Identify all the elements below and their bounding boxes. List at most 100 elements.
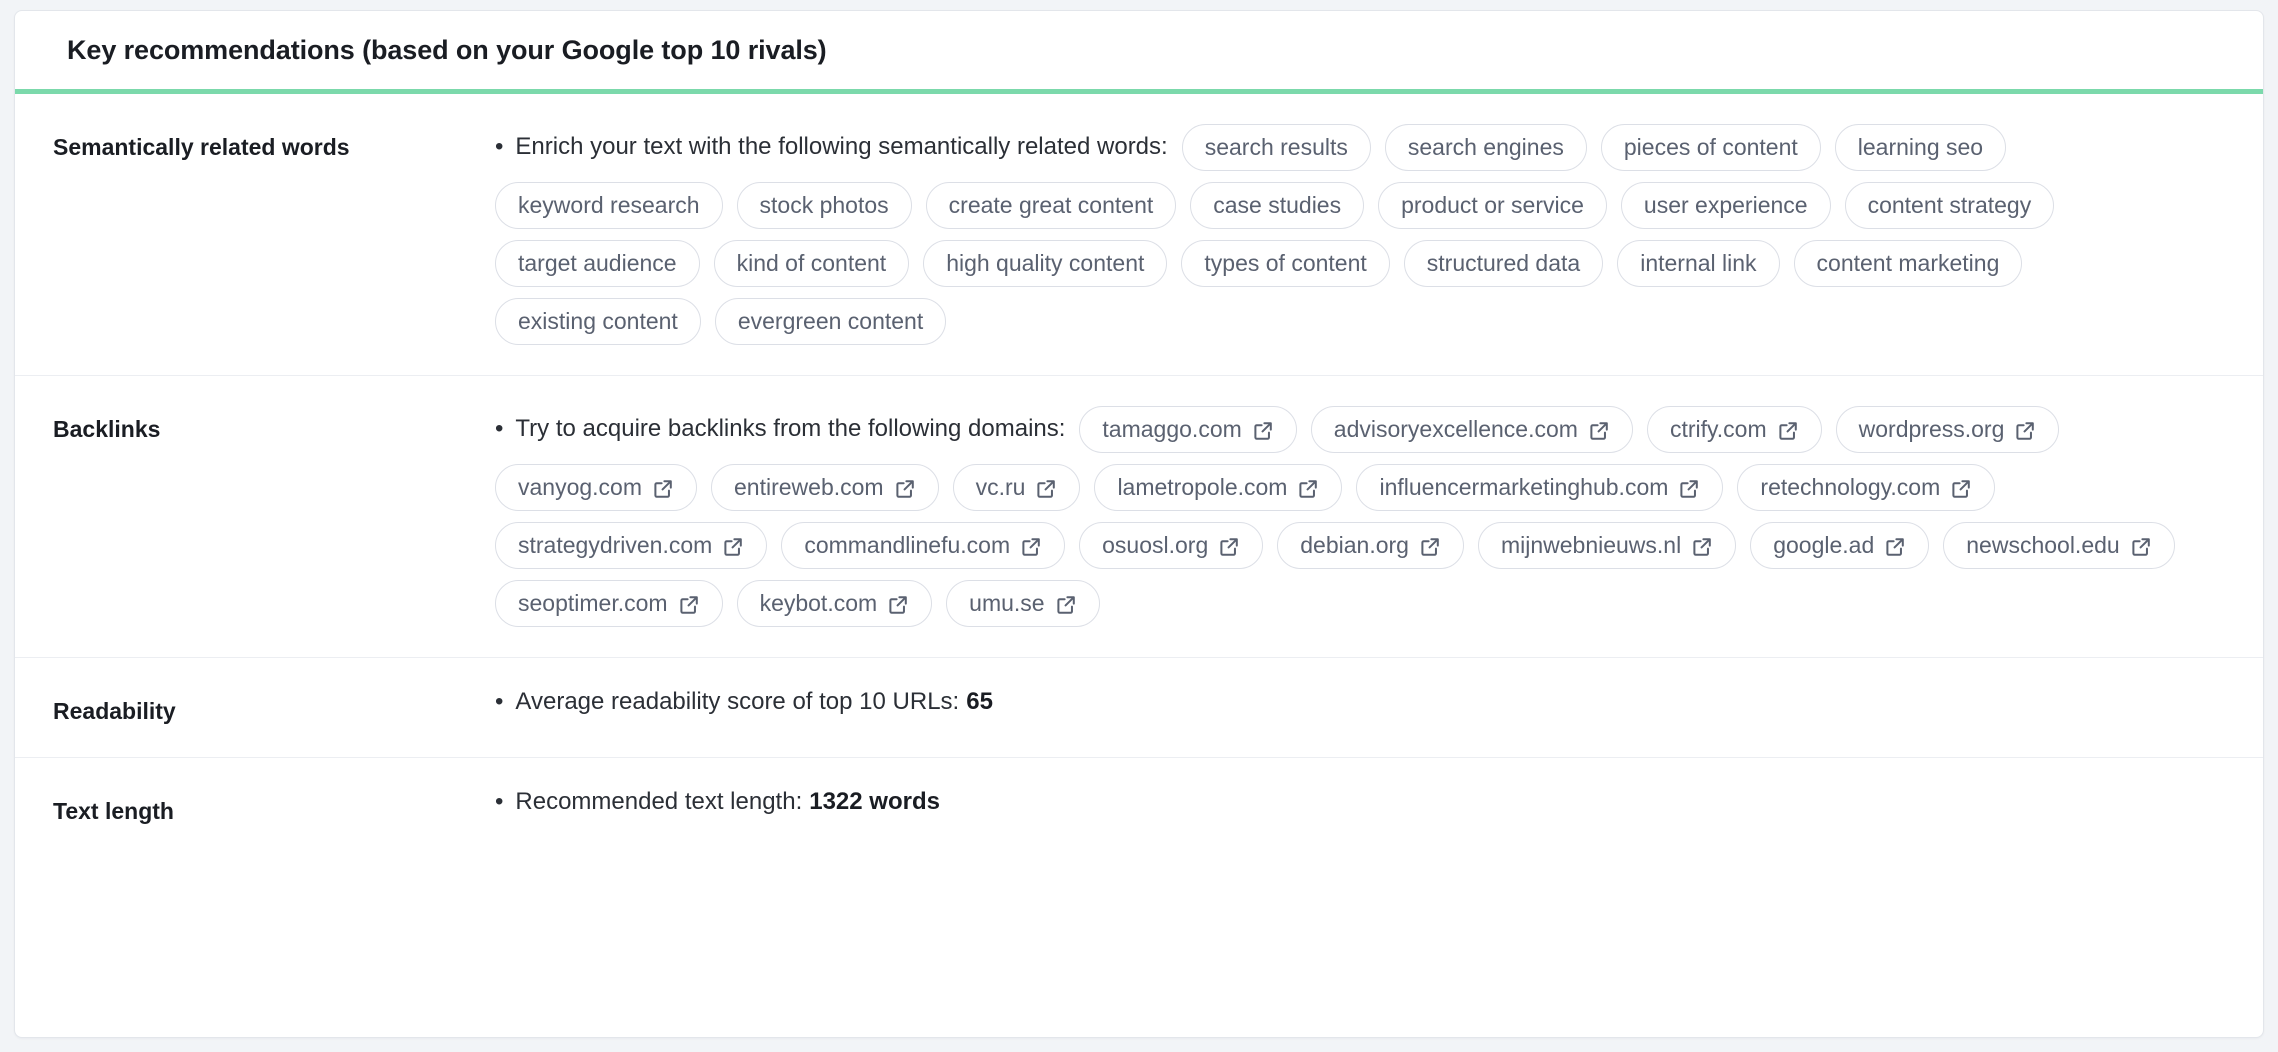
backlink-domain-tag[interactable]: seoptimer.com [495,580,723,627]
tag-label: newschool.edu [1966,534,2119,557]
backlink-domain-tag[interactable]: osuosl.org [1079,522,1263,569]
external-link-icon [1950,478,1972,500]
tag-label: keybot.com [760,592,878,615]
tag-label: retechnology.com [1760,476,1940,499]
external-link-icon [1678,478,1700,500]
recommendation-content: •Try to acquire backlinks from the follo… [495,406,2223,627]
backlink-domain-tag[interactable]: umu.se [946,580,1099,627]
tag-label: mijnwebnieuws.nl [1501,534,1681,557]
recommendation-row: Text length•Recommended text length:1322… [15,758,2263,857]
backlink-domain-tag[interactable]: influencermarketinghub.com [1356,464,1723,511]
related-word-tag[interactable]: product or service [1378,182,1607,229]
bullet-dot-icon: • [495,690,503,714]
bullet-text: •Try to acquire backlinks from the follo… [495,415,1065,444]
backlink-domain-tag[interactable]: ctrify.com [1647,406,1822,453]
bullet-text: •Average readability score of top 10 URL… [495,688,993,717]
tag-label: debian.org [1300,534,1409,557]
related-word-tag[interactable]: search results [1182,124,1371,171]
recommendation-label: Semantically related words [15,124,495,163]
bullet-dot-icon: • [495,790,503,814]
related-word-tag[interactable]: existing content [495,298,701,345]
external-link-icon [1777,420,1799,442]
tag-label: high quality content [946,252,1144,275]
tag-label: vc.ru [976,476,1026,499]
related-word-tag[interactable]: kind of content [714,240,910,287]
related-word-tag[interactable]: structured data [1404,240,1603,287]
external-link-icon [2130,536,2152,558]
backlink-domain-tag[interactable]: debian.org [1277,522,1464,569]
key-recommendations-card: Key recommendations (based on your Googl… [14,10,2264,1038]
tag-label: osuosl.org [1102,534,1208,557]
tag-label: learning seo [1858,136,1983,159]
related-word-tag[interactable]: pieces of content [1601,124,1821,171]
external-link-icon [1218,536,1240,558]
recommendations-list: Semantically related words•Enrich your t… [15,94,2263,857]
bullet-line: •Try to acquire backlinks from the follo… [495,406,2213,627]
tag-label: create great content [949,194,1154,217]
related-word-tag[interactable]: high quality content [923,240,1167,287]
page-root: Key recommendations (based on your Googl… [0,0,2278,1052]
backlink-domain-tag[interactable]: tamaggo.com [1079,406,1296,453]
backlink-domain-tag[interactable]: newschool.edu [1943,522,2174,569]
tag-label: stock photos [760,194,889,217]
backlink-domain-tag[interactable]: keybot.com [737,580,933,627]
related-word-tag[interactable]: target audience [495,240,700,287]
tag-label: keyword research [518,194,700,217]
backlink-domain-tag[interactable]: wordpress.org [1836,406,2060,453]
card-header: Key recommendations (based on your Googl… [15,11,2263,89]
backlink-domain-tag[interactable]: commandlinefu.com [781,522,1065,569]
tag-label: content strategy [1868,194,2032,217]
external-link-icon [652,478,674,500]
tag-label: product or service [1401,194,1584,217]
backlink-domain-tag[interactable]: google.ad [1750,522,1929,569]
backlink-domain-tag[interactable]: advisoryexcellence.com [1311,406,1633,453]
backlink-domain-tag[interactable]: retechnology.com [1737,464,1995,511]
recommendation-value: 65 [966,688,993,717]
external-link-icon [894,478,916,500]
bullet-text: •Enrich your text with the following sem… [495,133,1168,162]
external-link-icon [887,594,909,616]
tag-label: types of content [1204,252,1366,275]
tag-label: search results [1205,136,1348,159]
backlink-domain-tag[interactable]: entireweb.com [711,464,939,511]
tag-label: internal link [1640,252,1756,275]
tag-label: pieces of content [1624,136,1798,159]
recommendation-row: Semantically related words•Enrich your t… [15,94,2263,376]
tag-label: google.ad [1773,534,1874,557]
tag-label: umu.se [969,592,1044,615]
related-word-tag[interactable]: keyword research [495,182,723,229]
tag-label: tamaggo.com [1102,418,1241,441]
bullet-text: •Recommended text length:1322 words [495,788,940,817]
related-word-tag[interactable]: learning seo [1835,124,2006,171]
related-word-tag[interactable]: content strategy [1845,182,2055,229]
tag-label: commandlinefu.com [804,534,1010,557]
bullet-dot-icon: • [495,417,503,441]
recommendation-content: •Average readability score of top 10 URL… [495,688,2223,717]
related-word-tag[interactable]: internal link [1617,240,1779,287]
tag-label: influencermarketinghub.com [1379,476,1668,499]
related-word-tag[interactable]: search engines [1385,124,1587,171]
tag-label: entireweb.com [734,476,884,499]
external-link-icon [1020,536,1042,558]
related-word-tag[interactable]: types of content [1181,240,1389,287]
backlink-domain-tag[interactable]: vc.ru [953,464,1081,511]
backlink-domain-tag[interactable]: strategydriven.com [495,522,767,569]
recommendation-label: Readability [15,688,495,727]
recommendation-content: •Enrich your text with the following sem… [495,124,2223,345]
related-word-tag[interactable]: user experience [1621,182,1831,229]
related-word-tag[interactable]: evergreen content [715,298,946,345]
related-word-tag[interactable]: create great content [926,182,1177,229]
related-word-tag[interactable]: content marketing [1794,240,2023,287]
backlink-domain-tag[interactable]: lametropole.com [1094,464,1342,511]
external-link-icon [1035,478,1057,500]
recommendation-label: Text length [15,788,495,827]
backlink-domain-tag[interactable]: vanyog.com [495,464,697,511]
related-word-tag[interactable]: case studies [1190,182,1364,229]
tag-label: advisoryexcellence.com [1334,418,1578,441]
backlink-domain-tag[interactable]: mijnwebnieuws.nl [1478,522,1736,569]
recommendation-label: Backlinks [15,406,495,445]
recommendation-value: 1322 words [809,788,940,817]
page-title: Key recommendations (based on your Googl… [67,34,827,66]
tag-label: target audience [518,252,677,275]
related-word-tag[interactable]: stock photos [737,182,912,229]
